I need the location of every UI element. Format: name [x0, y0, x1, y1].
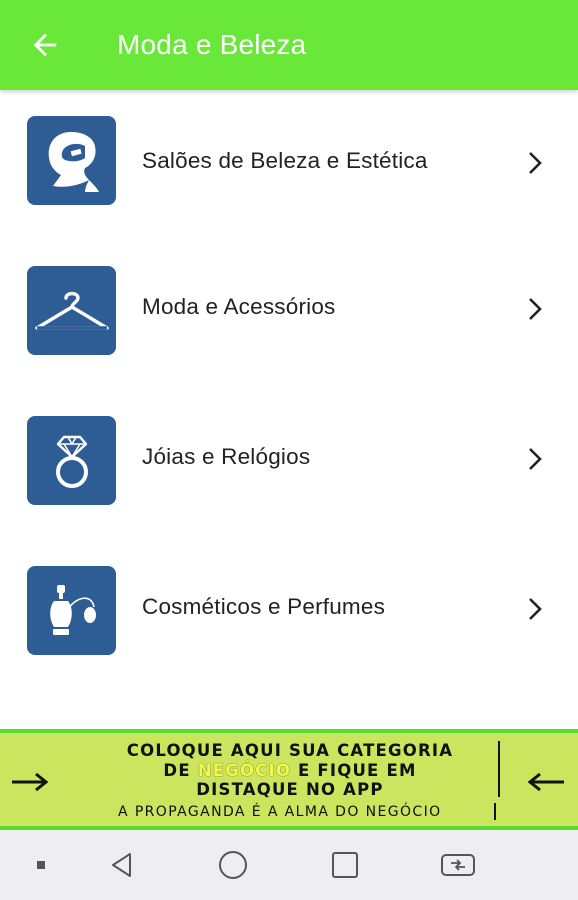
divider: [498, 741, 500, 797]
banner-line-3: DISTAQUE NO APP: [196, 780, 384, 799]
rotate-screen-button[interactable]: [440, 850, 476, 880]
app-bar: Moda e Beleza: [0, 0, 578, 90]
category-tile: [27, 266, 116, 355]
rotate-screen-icon: [441, 854, 475, 876]
list-item-joias[interactable]: Jóias e Relógios: [0, 386, 578, 536]
chevron-right-icon: [529, 448, 542, 470]
category-tile: [27, 566, 116, 655]
menu-dot-button[interactable]: [26, 850, 56, 880]
arrow-left-icon: [527, 772, 564, 792]
arrow-right-icon: [12, 772, 49, 792]
menu-dot-icon: [37, 861, 45, 869]
home-nav-button[interactable]: [218, 850, 248, 880]
list-item-saloes[interactable]: Salões de Beleza e Estética: [0, 90, 578, 236]
category-tile: [27, 116, 116, 205]
ring-icon: [55, 435, 88, 488]
category-label: Cosméticos e Perfumes: [142, 594, 386, 619]
category-label: Jóias e Relógios: [142, 444, 311, 469]
hanger-icon: [34, 291, 109, 330]
banner-line-2b: E FIQUE EM: [291, 761, 417, 780]
ad-banner[interactable]: COLOQUE AQUI SUA CATEGORIA DE NEGÓCIO E …: [0, 729, 578, 830]
divider: [494, 803, 496, 820]
back-button[interactable]: [0, 0, 92, 90]
category-list: Salões de Beleza e Estética Moda e Acess…: [0, 90, 578, 686]
recents-nav-button[interactable]: [330, 850, 360, 880]
banner-line-2: DE NEGÓCIO E FIQUE EM: [80, 761, 500, 780]
home-circle-icon: [219, 851, 247, 879]
category-label: Moda e Acessórios: [142, 294, 336, 319]
system-nav-bar: [0, 830, 578, 900]
category-tile: [27, 416, 116, 505]
chevron-right-icon: [529, 152, 542, 174]
category-label: Salões de Beleza e Estética: [142, 148, 428, 173]
arrow-back-icon: [33, 33, 57, 57]
banner-line-1: COLOQUE AQUI SUA CATEGORIA: [126, 741, 454, 760]
list-item-cosmeticos[interactable]: Cosméticos e Perfumes: [0, 536, 578, 686]
chevron-right-icon: [529, 298, 542, 320]
banner-tagline: A PROPAGANDA É A ALMA DO NEGÓCIO: [118, 804, 442, 820]
list-item-moda[interactable]: Moda e Acessórios: [0, 236, 578, 386]
back-nav-button[interactable]: [107, 850, 137, 880]
banner-highlight: NEGÓCIO: [197, 761, 292, 780]
perfume-icon: [49, 584, 96, 635]
page-title: Moda e Beleza: [117, 29, 307, 60]
recents-square-icon: [332, 852, 358, 878]
back-triangle-icon: [112, 853, 131, 877]
chevron-right-icon: [529, 598, 542, 620]
salon-head-icon: [48, 131, 99, 192]
banner-line-2a: DE: [163, 761, 198, 780]
